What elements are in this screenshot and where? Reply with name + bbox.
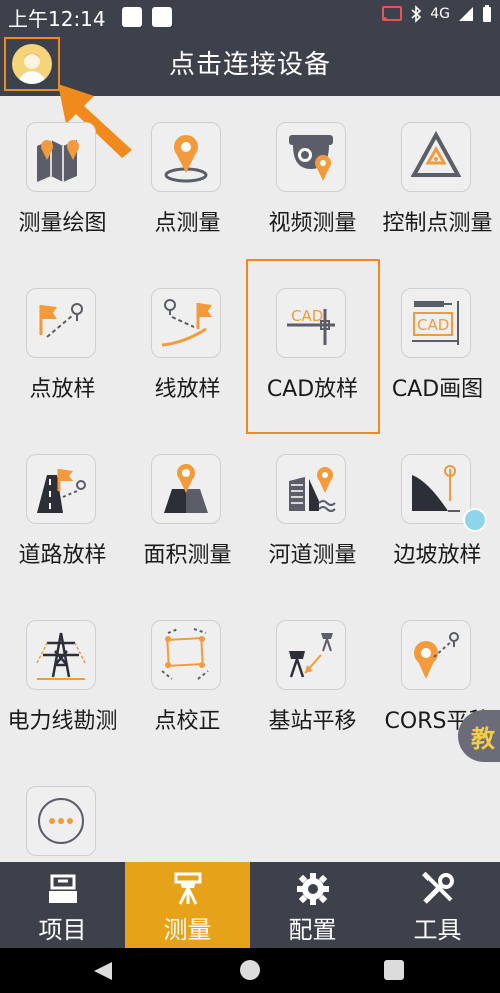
project-icon xyxy=(48,874,77,903)
tile xyxy=(26,620,96,690)
page-title[interactable]: 点击连接设备 xyxy=(0,44,500,81)
tile xyxy=(276,454,346,524)
back-icon[interactable] xyxy=(92,960,114,982)
nav-label: 配置 xyxy=(288,916,337,944)
slope-badge-icon xyxy=(463,508,487,532)
grid-item-label: 点放样 xyxy=(29,377,96,402)
grid-item-label: CAD画图 xyxy=(391,377,484,402)
tile xyxy=(26,786,96,856)
avatar-button[interactable] xyxy=(4,37,60,91)
tile xyxy=(151,122,221,192)
river-measure-icon xyxy=(289,467,336,512)
grid-item-road-stakeout[interactable]: 道路放样 xyxy=(0,428,125,594)
grid-item-video-measure[interactable]: 视频测量 xyxy=(250,96,375,262)
base-station-icon xyxy=(289,633,333,678)
grid-item-label: 河道测量 xyxy=(268,543,357,568)
nav-item-project[interactable]: 项目 xyxy=(0,862,125,948)
system-nav-bar xyxy=(0,948,500,993)
grid-item-label: 基站平移 xyxy=(268,709,357,734)
point-measure-icon xyxy=(164,135,208,183)
point-calibration-icon xyxy=(161,628,209,680)
tile xyxy=(151,288,221,358)
notification-icon xyxy=(152,7,172,27)
network-type: 4G xyxy=(430,6,450,22)
grid-item-label: 道路放样 xyxy=(18,543,107,568)
point-stakeout-icon xyxy=(39,303,83,338)
grid-item-point-calibration[interactable]: 点校正 xyxy=(125,594,250,760)
grid-item-power-line[interactable]: 电力线勘测 xyxy=(0,594,125,760)
tile: CAD xyxy=(401,288,471,358)
highlight-frame xyxy=(246,259,380,434)
tile xyxy=(26,122,96,192)
grid-item-line-stakeout[interactable]: 线放样 xyxy=(125,262,250,428)
grid-item-label: 线放样 xyxy=(154,377,221,402)
grid-item-label: 点测量 xyxy=(154,211,221,236)
control-point-icon xyxy=(410,130,462,177)
grid-item-label: 视频测量 xyxy=(268,211,357,236)
cast-icon xyxy=(382,6,403,22)
tools-icon xyxy=(421,872,454,904)
grid-item-label: 控制点测量 xyxy=(382,211,493,236)
power-line-icon xyxy=(36,632,86,680)
tile xyxy=(401,620,471,690)
bluetooth-icon xyxy=(411,5,422,23)
grid-item-control-point[interactable]: 控制点测量 xyxy=(375,96,500,262)
tile xyxy=(151,620,221,690)
grid-item-base-station[interactable]: 基站平移 xyxy=(250,594,375,760)
avatar xyxy=(12,44,52,84)
status-time: 上午12:14 xyxy=(8,7,106,31)
nav-item-settings[interactable]: 配置 xyxy=(250,862,375,948)
grid-item-label: 边坡放样 xyxy=(393,543,482,568)
road-stakeout-icon xyxy=(37,469,86,513)
grid-item-map-survey[interactable]: 测量绘图 xyxy=(0,96,125,262)
area-measure-icon xyxy=(164,464,208,513)
notification-icon xyxy=(122,7,142,27)
tile xyxy=(276,122,346,192)
grid-item-point-stakeout[interactable]: 点放样 xyxy=(0,262,125,428)
bottom-nav: 项目 测量 配置 工具 xyxy=(0,862,500,948)
tile xyxy=(26,288,96,358)
grid-item-cad-drawing[interactable]: CAD CAD画图 xyxy=(375,262,500,428)
grid-item-label: 测量绘图 xyxy=(18,211,107,236)
nav-item-tools[interactable]: 工具 xyxy=(375,862,500,948)
tile xyxy=(401,454,471,524)
grid-item-label: 点校正 xyxy=(154,709,221,734)
more-icon xyxy=(38,798,84,844)
nav-label: 工具 xyxy=(413,916,462,944)
tile xyxy=(401,122,471,192)
map-survey-icon xyxy=(37,140,79,182)
svg-text:CAD: CAD xyxy=(417,316,449,334)
nav-label: 测量 xyxy=(163,916,212,944)
home-icon[interactable] xyxy=(240,960,260,980)
nav-label: 项目 xyxy=(38,916,87,944)
nav-item-survey[interactable]: 测量 xyxy=(125,862,250,948)
slope-stakeout-icon xyxy=(412,465,460,512)
video-measure-icon xyxy=(289,135,333,181)
status-bar: 上午12:14 4G xyxy=(0,0,500,32)
settings-icon xyxy=(296,873,329,905)
cad-drawing-icon: CAD xyxy=(412,301,459,345)
tile xyxy=(151,454,221,524)
battery-icon xyxy=(483,5,491,22)
survey-icon xyxy=(174,872,201,905)
cors-shift-icon xyxy=(414,632,459,679)
grid-item-label: 面积测量 xyxy=(143,543,232,568)
grid-item-area-measure[interactable]: 面积测量 xyxy=(125,428,250,594)
recent-apps-icon[interactable] xyxy=(384,960,404,980)
signal-icon xyxy=(459,7,473,21)
grid-item-point-measure[interactable]: 点测量 xyxy=(125,96,250,262)
status-icons: 4G xyxy=(382,5,492,23)
line-stakeout-icon xyxy=(161,299,212,347)
tile xyxy=(26,454,96,524)
tile xyxy=(276,620,346,690)
grid-item-label: 电力线勘测 xyxy=(7,709,118,734)
grid-item-river-measure[interactable]: 河道测量 xyxy=(250,428,375,594)
